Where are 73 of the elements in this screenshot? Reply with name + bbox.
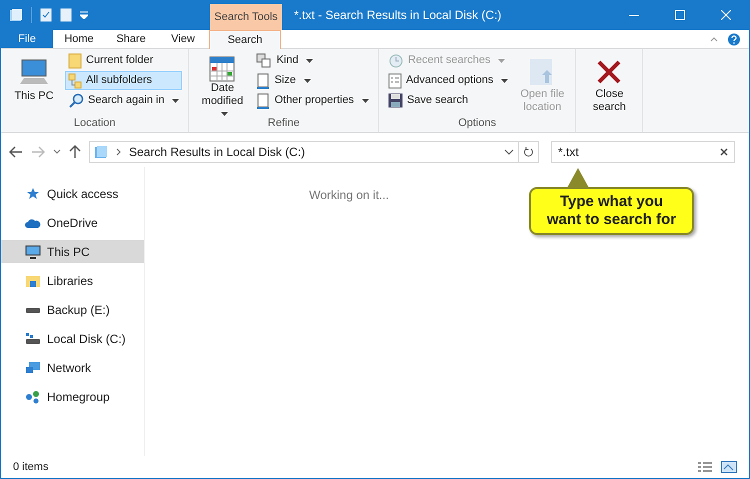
chevron-icon	[116, 148, 121, 156]
drive-icon	[25, 306, 41, 314]
group-label: Refine	[266, 116, 301, 131]
maximize-icon	[675, 10, 685, 20]
save-icon	[388, 93, 403, 108]
navigation-item[interactable]: This PC	[1, 240, 144, 263]
search-field[interactable]: *.txt	[551, 141, 735, 163]
ribbon-button[interactable]: All subfolders	[65, 71, 182, 90]
library-icon	[25, 274, 41, 288]
kind-icon	[256, 52, 272, 68]
calendar-icon	[209, 56, 236, 82]
close-icon	[596, 59, 622, 85]
subfolders-icon	[68, 72, 82, 88]
ribbon-button[interactable]: This PC	[7, 51, 61, 115]
close-icon	[721, 10, 731, 20]
callout-text: Type what you want to search for	[546, 193, 678, 229]
navigation-item[interactable]: OneDrive	[1, 211, 144, 234]
cloud-icon	[25, 216, 41, 228]
navigation-item[interactable]: Libraries	[1, 269, 144, 292]
item-count: 0 items	[13, 460, 50, 475]
address-path: Search Results in Local Disk (C:)	[129, 144, 306, 161]
customize-caret-icon	[80, 11, 88, 19]
folder-icon	[68, 52, 82, 68]
ribbon-button[interactable]: Kind	[253, 51, 372, 70]
navigation-item[interactable]: Backup (E:)	[1, 298, 144, 321]
refresh-button[interactable]	[519, 141, 539, 163]
ribbon-tab[interactable]: Share	[105, 30, 157, 48]
search-value: *.txt	[558, 144, 580, 161]
refresh-icon	[523, 146, 534, 158]
new-folder-icon	[60, 8, 72, 22]
search-results-icon	[94, 145, 108, 159]
ribbon-button[interactable]: Date modified	[195, 51, 250, 115]
large-icons-view-icon[interactable]	[721, 461, 737, 473]
star-icon	[26, 186, 40, 200]
up-arrow-icon[interactable]	[69, 145, 81, 159]
homegroup-icon	[25, 390, 41, 404]
document-icon	[256, 72, 270, 88]
document-icon	[256, 92, 270, 108]
ribbon-button[interactable]: Current folder	[65, 51, 182, 70]
ribbon-tab[interactable]: File	[1, 30, 53, 48]
ribbon-button[interactable]: Size	[253, 71, 372, 90]
properties-icon	[40, 8, 52, 22]
ribbon-tab[interactable]: Search	[209, 30, 281, 49]
ribbon-tab[interactable]: View	[157, 30, 209, 48]
clear-icon[interactable]	[720, 148, 728, 156]
minimize-icon	[629, 14, 639, 16]
context-tab-header: Search Tools	[210, 4, 282, 30]
drive-icon	[25, 332, 41, 344]
navigation-item[interactable]: Quick access	[1, 182, 144, 205]
monitor-icon	[25, 244, 41, 258]
group-label: Options	[457, 116, 498, 131]
recent-locations-caret-icon[interactable]	[53, 149, 61, 155]
address-bar[interactable]: Search Results in Local Disk (C:)	[89, 141, 519, 163]
group-label: Location	[72, 116, 117, 131]
ribbon-button[interactable]: Close search	[582, 51, 636, 115]
explorer-icon	[9, 8, 23, 22]
back-arrow-icon[interactable]	[9, 146, 23, 158]
clock-icon	[388, 52, 404, 68]
address-caret-icon[interactable]	[504, 149, 514, 155]
window-title: *.txt - Search Results in Local Disk (C:)	[293, 7, 502, 24]
ribbon-button[interactable]: Save search	[384, 91, 512, 110]
network-icon	[25, 360, 41, 374]
search-icon	[68, 92, 84, 108]
details-view-icon[interactable]	[697, 461, 713, 473]
navigation-item[interactable]: Local Disk (C:)	[1, 327, 144, 350]
navigation-item[interactable]: Network	[1, 356, 144, 379]
ribbon-button[interactable]: Other properties	[253, 91, 372, 110]
navigation-item[interactable]: Homegroup	[1, 385, 144, 408]
ribbon-button[interactable]: Advanced options	[384, 71, 512, 90]
ribbon-button[interactable]: Search again in	[65, 91, 182, 110]
status-message: Working on it...	[309, 187, 389, 204]
options-icon	[388, 72, 402, 88]
ribbon-tab[interactable]: Home	[53, 30, 105, 48]
